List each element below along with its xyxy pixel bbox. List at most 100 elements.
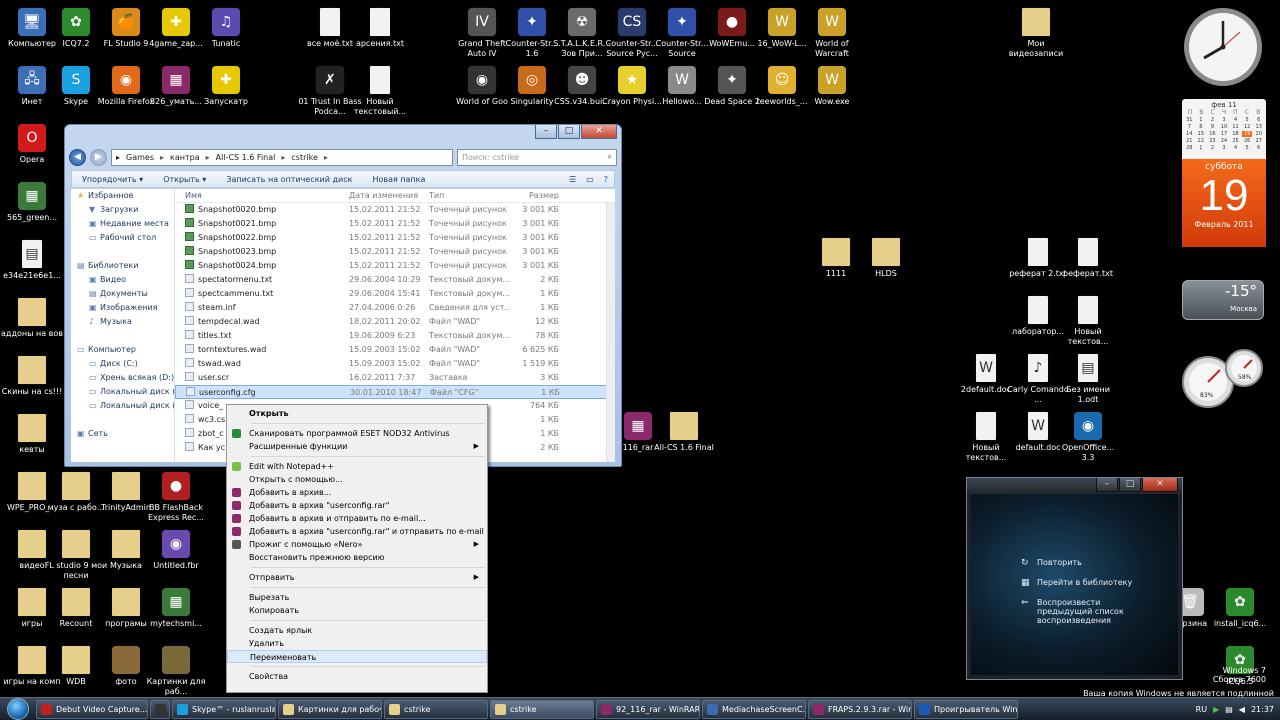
nav-item[interactable]: ★ Избранное: [71, 189, 174, 203]
maximize-button[interactable]: □: [558, 125, 580, 139]
calendar-day[interactable]: 1: [1196, 145, 1207, 151]
new-folder-button[interactable]: Новая папка: [362, 175, 435, 184]
desktop-icon[interactable]: ✚ Запускатр: [196, 66, 256, 107]
nav-item[interactable]: ▭ Локальный диск (F:: [71, 385, 174, 399]
desktop-icon[interactable]: ● BB FlashBack Express Rec...: [146, 472, 206, 523]
file-row[interactable]: spectcammenu.txt 29.06.2004 15:41 Текстовы…: [175, 287, 615, 301]
open-button[interactable]: Открыть ▾: [153, 175, 216, 184]
menu-item[interactable]: Создать ярлык: [227, 624, 487, 637]
calendar-day[interactable]: 7: [1184, 124, 1195, 130]
file-row[interactable]: Snapshot0021.bmp 15.02.2011 21:52 Точечный…: [175, 217, 615, 231]
taskbar-button[interactable]: Проигрыватель Win...: [914, 699, 1018, 719]
desktop-icon[interactable]: кевты: [2, 414, 62, 455]
forward-button[interactable]: ▶: [90, 148, 107, 166]
tray-play-icon[interactable]: ▶: [1213, 705, 1219, 714]
nav-item[interactable]: ▼ Загрузки: [71, 203, 174, 217]
desktop-icon[interactable]: ▤ e34e21e6e1...: [2, 240, 62, 281]
calendar-day[interactable]: 17: [1219, 131, 1230, 137]
menu-item[interactable]: Свойства: [227, 670, 487, 683]
menu-item[interactable]: Расширенные функции ▶: [227, 440, 487, 453]
menu-item[interactable]: Копировать: [227, 604, 487, 617]
help-icon[interactable]: ?: [604, 175, 608, 184]
calendar-day[interactable]: 9: [1207, 124, 1218, 130]
calendar-day[interactable]: 8: [1196, 124, 1207, 130]
preview-pane-icon[interactable]: ▭: [586, 175, 594, 184]
tray-network-icon[interactable]: ▤: [1225, 705, 1233, 714]
clock-gadget[interactable]: [1182, 6, 1264, 88]
menu-item[interactable]: Открыть с помощью...: [227, 473, 487, 486]
file-row[interactable]: Snapshot0020.bmp 15.02.2011 21:52 Точечный…: [175, 203, 615, 217]
cpu-meter-gadget[interactable]: 83% 58%: [1180, 344, 1266, 408]
file-row[interactable]: titles.txt 19.06.2009 6:23 Текстовый докум…: [175, 329, 615, 343]
menu-item[interactable]: Восстановить прежнюю версию: [227, 551, 487, 564]
nav-item[interactable]: ▭ Компьютер: [71, 343, 174, 357]
file-row[interactable]: Snapshot0023.bmp 15.02.2011 21:52 Точечный…: [175, 245, 615, 259]
calendar-day[interactable]: 3: [1219, 145, 1230, 151]
nav-item[interactable]: ▣ Изображения: [71, 301, 174, 315]
desktop-icon[interactable]: ◉ OpenOffice... 3.3: [1058, 412, 1118, 463]
calendar-day[interactable]: 11: [1230, 124, 1241, 130]
breadcrumb-item[interactable]: кантра: [170, 153, 200, 162]
calendar-day[interactable]: 18: [1230, 131, 1241, 137]
media-player-option[interactable]: ↻ Повторить: [1021, 558, 1082, 568]
menu-item[interactable]: Прожиг с помощью «Nero» ▶: [227, 538, 487, 551]
breadcrumb-item[interactable]: Games: [126, 153, 154, 162]
calendar-day[interactable]: 26: [1242, 138, 1253, 144]
close-button[interactable]: ✕: [1142, 478, 1178, 492]
address-bar[interactable]: ▸ Games ▸ кантра ▸ All-CS 1.6 Final ▸ cstrike ▸: [111, 148, 453, 166]
calendar-day[interactable]: 2: [1207, 117, 1218, 123]
desktop-icon[interactable]: All-CS 1.6 Final: [654, 412, 714, 453]
close-button[interactable]: ✕: [581, 125, 617, 139]
desktop-icon[interactable]: Мои видеозаписи: [1006, 8, 1066, 59]
menu-item[interactable]: Вырезать: [227, 591, 487, 604]
calendar-day[interactable]: 4: [1230, 117, 1241, 123]
nav-item[interactable]: ▣ Сеть: [71, 427, 174, 441]
maximize-button[interactable]: □: [1119, 478, 1141, 492]
calendar-day[interactable]: 20: [1253, 131, 1264, 137]
calendar-day[interactable]: 4: [1230, 145, 1241, 151]
file-row[interactable]: Snapshot0022.bmp 15.02.2011 21:52 Точечный…: [175, 231, 615, 245]
nav-item[interactable]: ▭ Хрень всякая (D:): [71, 371, 174, 385]
calendar-gadget[interactable]: фев 11 ПВСЧПСВ 31 1 2 3 4 5 6 7 8 9 10 11 12 13 14 15 16…: [1182, 99, 1266, 267]
calendar-day[interactable]: 12: [1242, 124, 1253, 130]
menu-item[interactable]: Сканировать программой ESET NOD32 Antivi…: [227, 427, 487, 440]
nav-item[interactable]: ▣ Видео: [71, 273, 174, 287]
file-row[interactable]: torntextures.wad 15.09.2003 15:02 Файл "WA…: [175, 343, 615, 357]
desktop-icon[interactable]: аддоны на вов: [1, 298, 63, 339]
file-row[interactable]: user.scr 16.02.2011 7:37 Заставка 3 КБ: [175, 371, 615, 385]
file-row[interactable]: userconfig.cfg 30.01.2010 18:47 Файл "CFG"…: [175, 385, 615, 399]
file-row[interactable]: tempdecal.wad 18.02.2011 20:02 Файл "WAD" 1…: [175, 315, 615, 329]
desktop-icon[interactable]: W World of Warcraft: [802, 8, 862, 59]
menu-item[interactable]: Удалить: [227, 637, 487, 650]
menu-item[interactable]: Открыть: [227, 407, 487, 420]
calendar-day[interactable]: 28: [1184, 145, 1195, 151]
minimize-button[interactable]: –: [1096, 478, 1118, 492]
desktop-icon[interactable]: ◉ Untitled.fbr: [146, 530, 206, 571]
menu-item[interactable]: Добавить в архив "userconfig.rar" и отпр…: [227, 525, 487, 538]
calendar-day[interactable]: 31: [1184, 117, 1195, 123]
view-icon[interactable]: ☰: [569, 175, 576, 184]
calendar-day[interactable]: 25: [1230, 138, 1241, 144]
desktop-icon[interactable]: W Wow.exe: [802, 66, 862, 107]
nav-item[interactable]: ▭ Диск (C:): [71, 357, 174, 371]
calendar-day[interactable]: 19: [1241, 131, 1253, 137]
taskbar-button[interactable]: MediachaseScreenC...: [702, 699, 806, 719]
taskbar-button[interactable]: cstrike: [490, 699, 594, 719]
taskbar-button[interactable]: Debut Video Capture...: [36, 699, 148, 719]
desktop-icon[interactable]: арсения.txt: [350, 8, 410, 49]
media-player-titlebar[interactable]: – □ ✕: [967, 478, 1182, 494]
menu-item[interactable]: Добавить в архив "userconfig.rar": [227, 499, 487, 512]
calendar-day[interactable]: 27: [1253, 138, 1264, 144]
nav-item[interactable]: ♪ Музыка: [71, 315, 174, 329]
calendar-day[interactable]: 16: [1207, 131, 1218, 137]
taskbar-button[interactable]: Картинки для рабоч...: [278, 699, 382, 719]
calendar-day[interactable]: 5: [1242, 117, 1253, 123]
calendar-day[interactable]: 24: [1219, 138, 1230, 144]
media-player-option[interactable]: ⇐ Воспроизвести предыдущий список воспрои…: [1021, 598, 1147, 625]
taskbar-button[interactable]: 92_116_rar - WinRAR: [596, 699, 700, 719]
nav-item[interactable]: ▤ Документы: [71, 287, 174, 301]
calendar-day[interactable]: 3: [1219, 117, 1230, 123]
media-player-window[interactable]: – □ ✕ ↻ Повторить ▦ Перейти в библиотеку ⇐ Во…: [966, 477, 1183, 680]
calendar-day[interactable]: 23: [1207, 138, 1218, 144]
column-size[interactable]: Размер: [509, 189, 559, 202]
